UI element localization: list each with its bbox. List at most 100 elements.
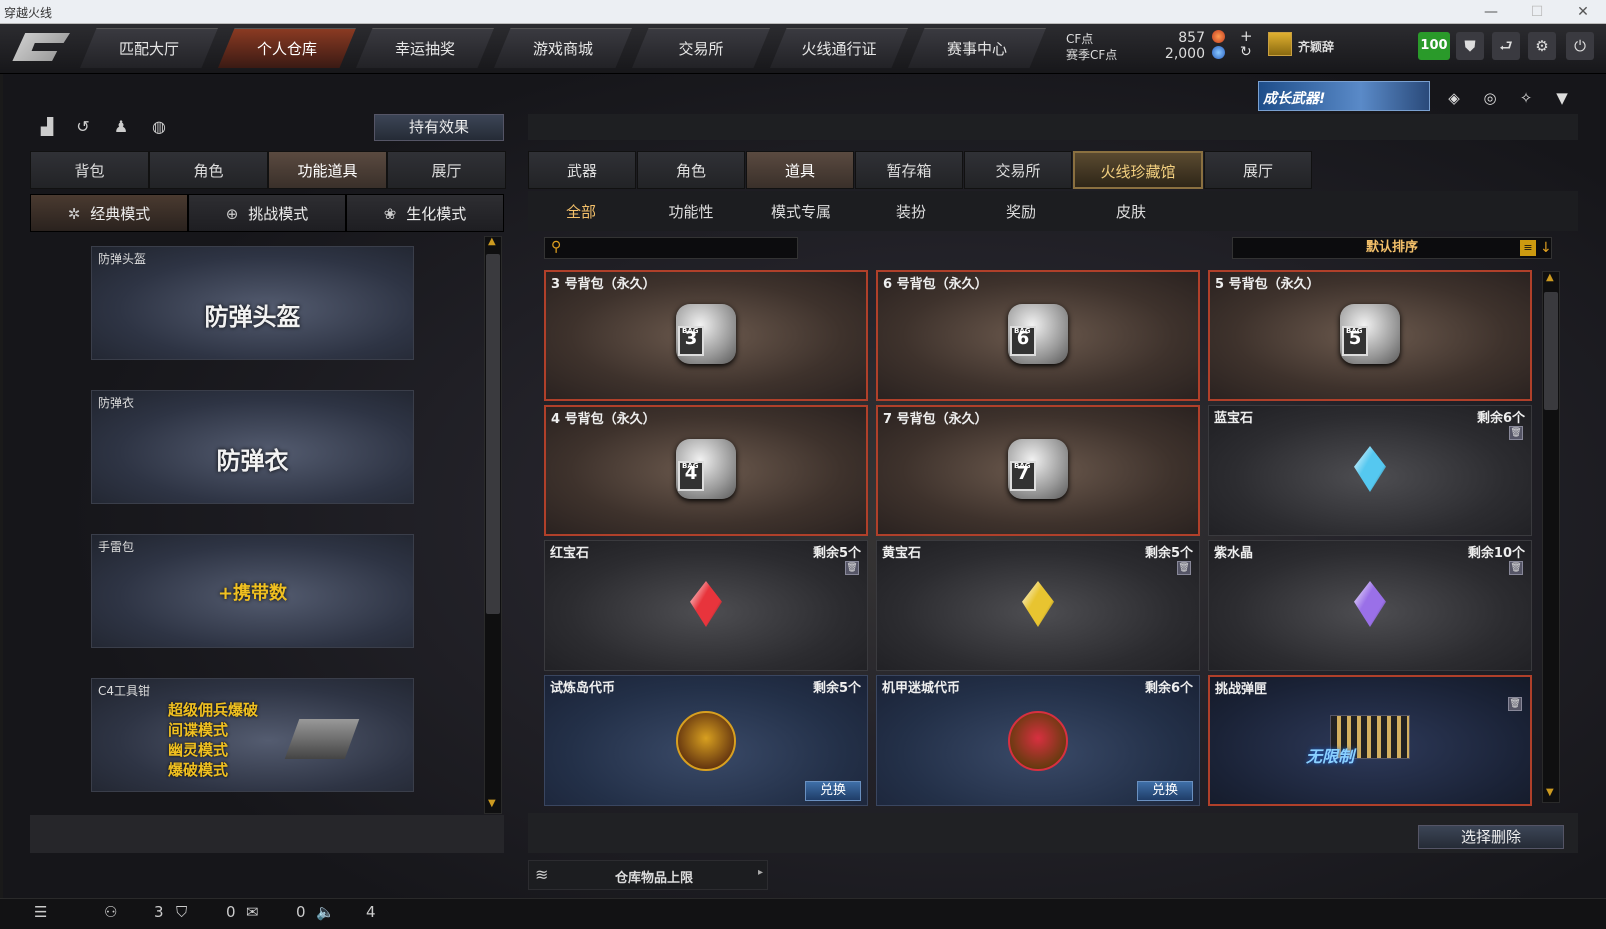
select-delete-button[interactable]: 选择删除 (1418, 825, 1564, 849)
emblem-icon[interactable]: ◈ (1440, 84, 1468, 112)
sort-direction-icon[interactable]: ↓ (1540, 240, 1554, 256)
left-tab[interactable]: 背包 (30, 151, 149, 189)
item-card[interactable]: 黄宝石 剩余5个 🗑 (876, 540, 1200, 671)
item-card[interactable]: 6 号背包（永久） BAG 6 (876, 270, 1200, 401)
sub-tab[interactable]: 全部 (526, 200, 636, 224)
item-card[interactable]: 3 号背包（永久） BAG 3 (544, 270, 868, 401)
level-badge[interactable]: 100 (1418, 32, 1450, 60)
right-tab[interactable]: 角色 (637, 151, 745, 189)
sub-tab[interactable]: 功能性 (636, 200, 746, 224)
item-card[interactable]: 紫水晶 剩余10个 🗑 (1208, 540, 1532, 671)
trash-icon[interactable]: 🗑 (1509, 561, 1523, 575)
category-item[interactable]: 手雷包 +携带数 (91, 534, 414, 648)
category-item[interactable]: 防弹衣 防弹衣 (91, 390, 414, 504)
scroll-up-icon[interactable]: ▲ (488, 236, 496, 247)
right-tab[interactable]: 交易所 (964, 151, 1072, 189)
trash-icon[interactable]: 🗑 (845, 561, 859, 575)
unlimited-label: 无限制 (1306, 747, 1355, 766)
token-coin-icon (676, 711, 736, 771)
clan-icon[interactable]: ⛉ (176, 903, 187, 921)
nav-tab[interactable]: 赛事中心 (908, 28, 1046, 68)
item-card[interactable]: 红宝石 剩余5个 🗑 (544, 540, 868, 671)
category-item[interactable]: C4工具钳 超级佣兵爆破 间谍模式 幽灵模式 爆破模式 (91, 678, 414, 792)
mode-icon: ⊕ (225, 205, 239, 223)
mode-tab[interactable]: ✲ 经典模式 (30, 194, 188, 232)
category-title: +携带数 (217, 583, 288, 604)
item-card[interactable]: 机甲迷城代币 剩余6个 兑换 (876, 675, 1200, 806)
left-tab[interactable]: 角色 (149, 151, 268, 189)
sub-tab[interactable]: 奖励 (966, 200, 1076, 224)
exit-room-icon[interactable]: ⮐ (1492, 32, 1520, 60)
exchange-button[interactable]: 兑换 (805, 781, 861, 801)
list-view-icon[interactable]: ≡ (1520, 240, 1536, 256)
close-icon[interactable]: ✕ (1560, 0, 1606, 24)
storage-limit-bar[interactable]: ≋ 仓库物品上限 ▸ (528, 860, 768, 890)
expand-arrow-icon[interactable]: ▸ (758, 867, 763, 878)
refresh-icon[interactable]: ↻ (1240, 44, 1252, 60)
cf-points-label: CF点 (1066, 32, 1094, 46)
nav-tab[interactable]: 交易所 (632, 28, 770, 68)
left-scrollbar-thumb[interactable] (486, 254, 500, 614)
item-card[interactable]: 5 号背包（永久） BAG 5 (1208, 270, 1532, 401)
mode-tab[interactable]: ❀ 生化模式 (346, 194, 504, 232)
right-tab[interactable]: 暂存箱 (855, 151, 963, 189)
item-card[interactable]: 试炼岛代币 剩余5个 兑换 (544, 675, 868, 806)
scroll-down-icon[interactable]: ▼ (488, 798, 496, 809)
history-icon[interactable]: ↺ (72, 116, 94, 138)
mode-tab-label: 生化模式 (406, 205, 467, 223)
right-scrollbar-thumb[interactable] (1544, 292, 1558, 410)
right-tab[interactable]: 道具 (746, 151, 854, 189)
sub-tab[interactable]: 装扮 (856, 200, 966, 224)
globe-icon[interactable]: ◎ (1476, 84, 1504, 112)
settings-gear-icon[interactable]: ⚙ (1528, 32, 1556, 60)
nav-tab[interactable]: 游戏商城 (494, 28, 632, 68)
role-icon[interactable]: ♟ (110, 116, 132, 138)
item-card[interactable]: 7 号背包（永久） BAG 7 (876, 405, 1200, 536)
cards-scroll-up-icon[interactable]: ▲ (1546, 272, 1554, 283)
nav-tab[interactable]: 个人仓库 (218, 28, 356, 68)
nav-tab[interactable]: 火线通行证 (770, 28, 908, 68)
item-name: 蓝宝石 (1214, 411, 1254, 426)
right-tab[interactable]: 展厅 (1204, 151, 1312, 189)
growth-weapon-banner[interactable]: 成长武器! (1258, 81, 1430, 111)
sort-dropdown[interactable]: 默认排序 (1232, 237, 1552, 259)
shield-icon[interactable]: ⛊ (1456, 32, 1484, 60)
stats-icon[interactable]: ▟ (36, 116, 58, 138)
category-item[interactable]: 防弹头盔 防弹头盔 (91, 246, 414, 360)
minimize-icon[interactable]: — (1468, 0, 1514, 24)
chat-icon[interactable]: ✉ (246, 903, 259, 921)
item-card[interactable]: 蓝宝石 剩余6个 🗑 (1208, 405, 1532, 536)
power-icon[interactable]: ⏻ (1566, 32, 1594, 60)
gift-icon[interactable]: ✧ (1512, 84, 1540, 112)
trash-icon[interactable]: 🗑 (1508, 697, 1522, 711)
menu-icon[interactable]: ☰ (34, 903, 47, 921)
cards-scroll-down-icon[interactable]: ▼ (1546, 787, 1554, 798)
exchange-button[interactable]: 兑换 (1137, 781, 1193, 801)
rank-name: 齐颖辞 (1298, 40, 1335, 54)
search-input[interactable]: ⚲ (544, 237, 798, 259)
sub-tab[interactable]: 模式专属 (746, 200, 856, 224)
hold-effect-button[interactable]: 持有效果 (374, 114, 504, 141)
add-points-icon[interactable]: + (1240, 27, 1253, 45)
bag-number: BAG 4 (678, 461, 704, 491)
vip-icon[interactable]: ▼ (1548, 84, 1576, 112)
right-tab[interactable]: 火线珍藏馆 (1073, 151, 1203, 189)
maximize-icon[interactable]: ☐ (1514, 0, 1560, 24)
grenade-icon[interactable]: ◍ (148, 116, 170, 138)
bag-tag: BAG (1346, 327, 1363, 335)
nav-tab[interactable]: 幸运抽奖 (356, 28, 494, 68)
item-name: 机甲迷城代币 (882, 681, 961, 696)
friends-icon[interactable]: ⚇ (104, 903, 117, 921)
right-tab[interactable]: 武器 (528, 151, 636, 189)
trash-icon[interactable]: 🗑 (1177, 561, 1191, 575)
nav-tab[interactable]: 匹配大厅 (80, 28, 218, 68)
trash-icon[interactable]: 🗑 (1509, 426, 1523, 440)
sub-tab[interactable]: 皮肤 (1076, 200, 1186, 224)
gem-icon (690, 581, 722, 627)
item-card[interactable]: 4 号背包（永久） BAG 4 (544, 405, 868, 536)
speaker-icon[interactable]: 🔈 (316, 903, 335, 921)
left-tab[interactable]: 功能道具 (268, 151, 387, 189)
left-tab[interactable]: 展厅 (387, 151, 506, 189)
mode-tab[interactable]: ⊕ 挑战模式 (188, 194, 346, 232)
item-card[interactable]: 挑战弹匣 🗑 无限制 (1208, 675, 1532, 806)
